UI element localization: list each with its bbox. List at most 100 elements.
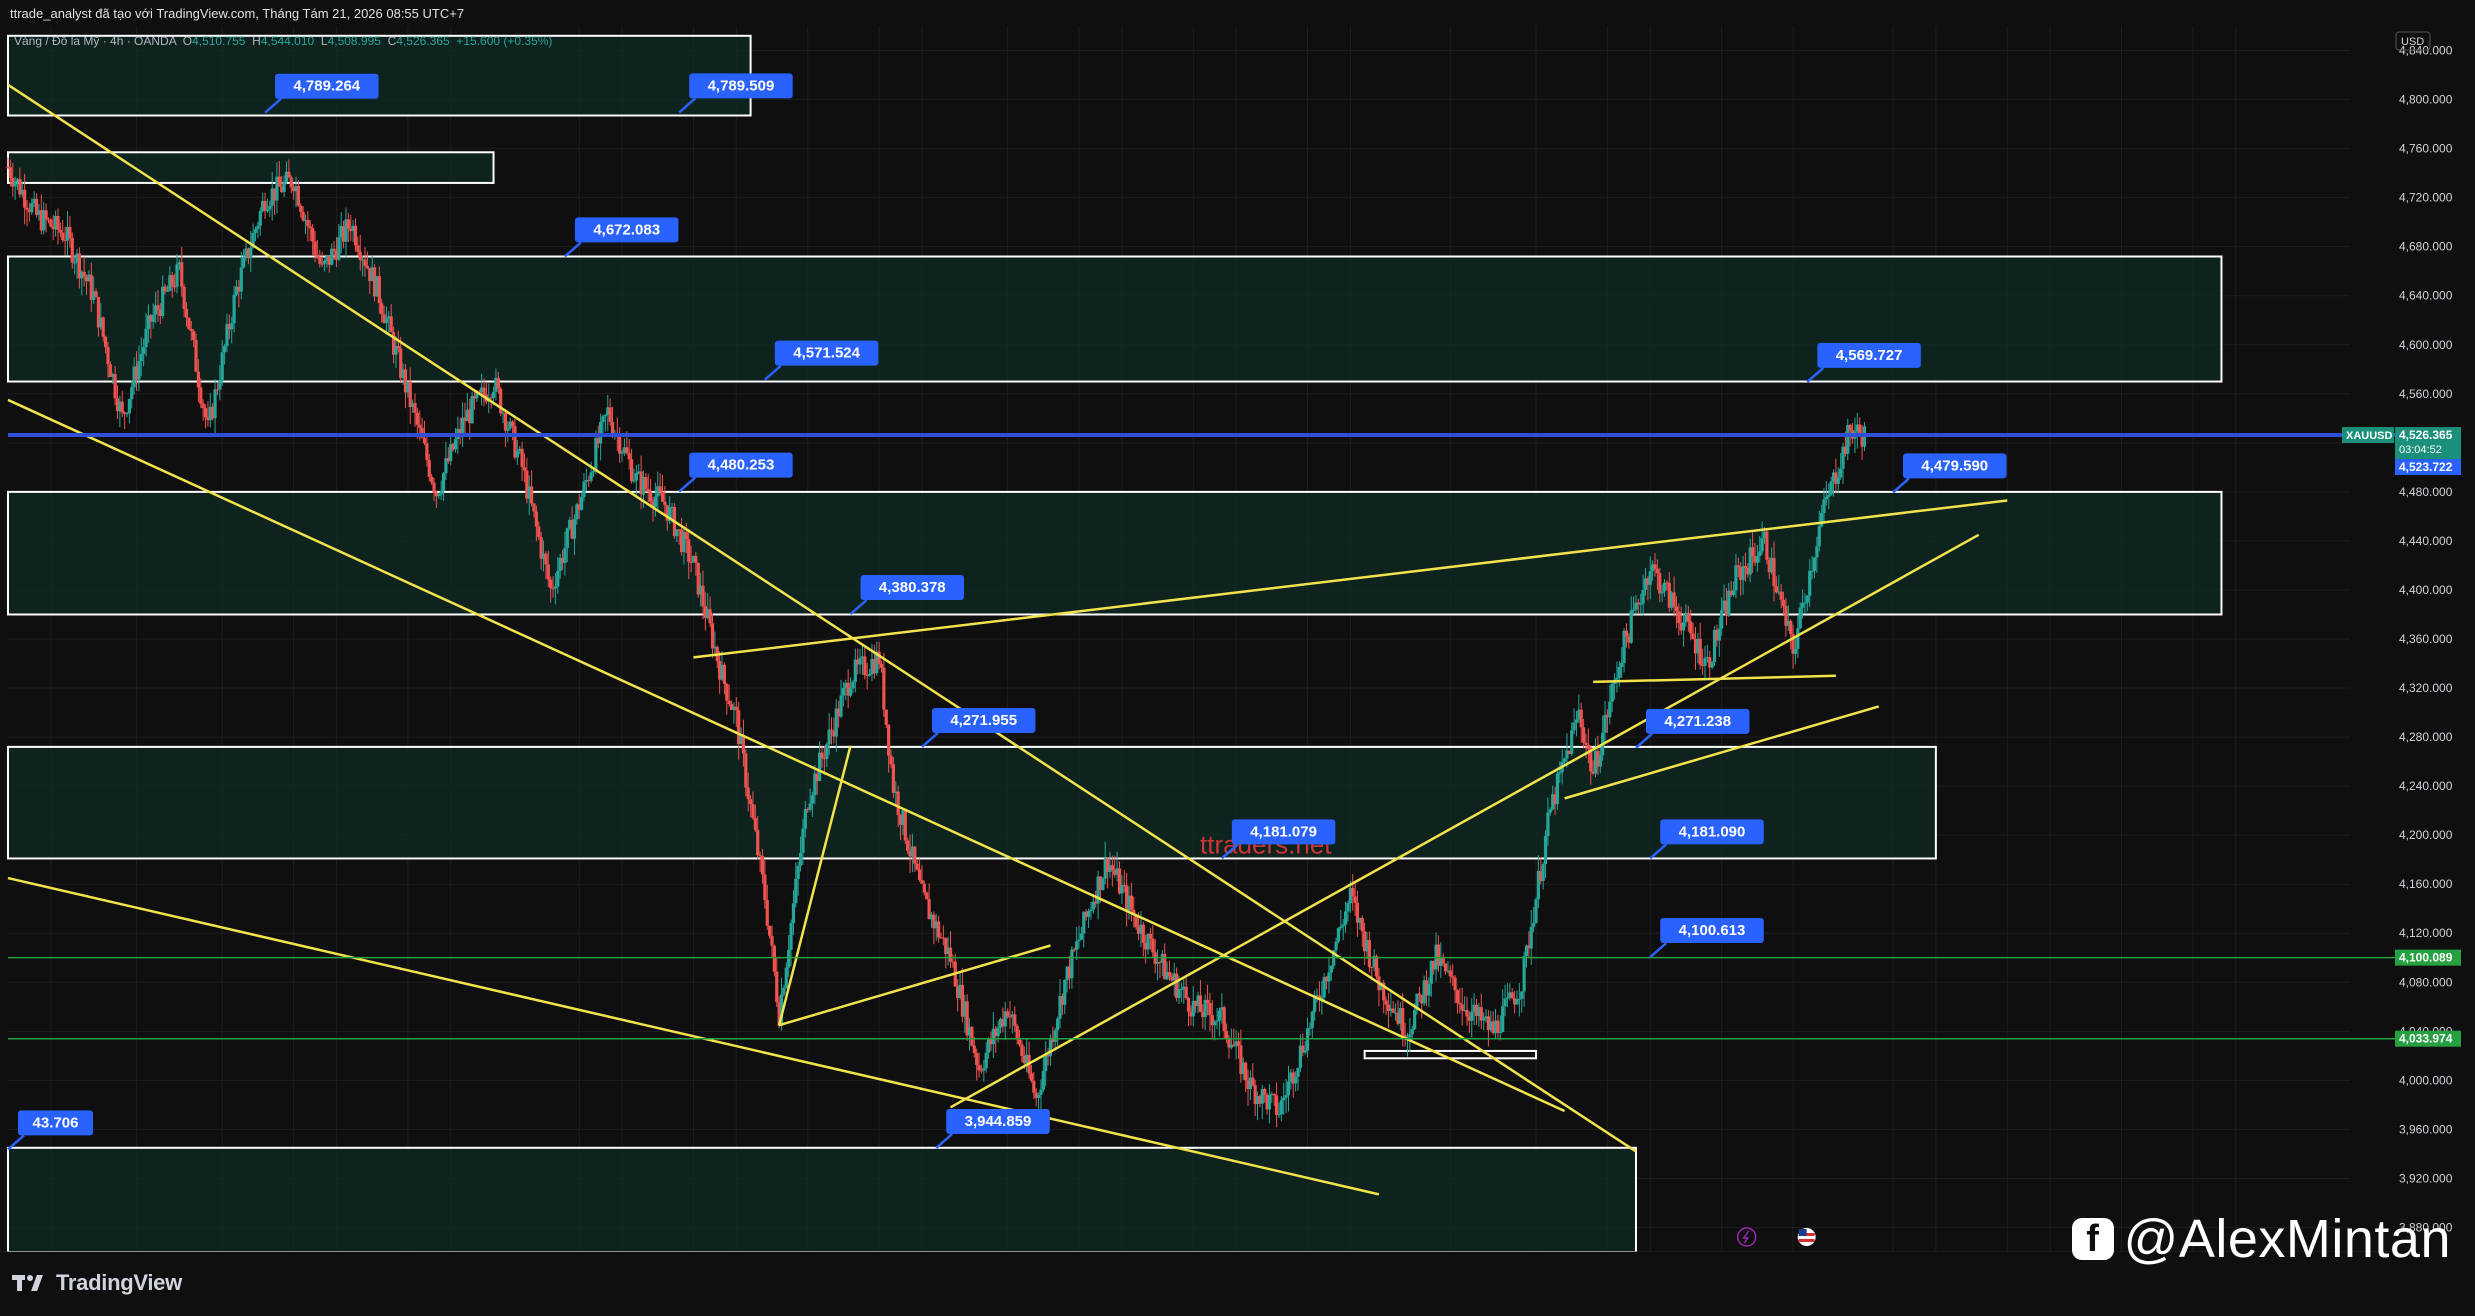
handle-text: @AlexMintan — [2123, 1209, 2451, 1269]
countdown-label: 03:04:52 — [2399, 444, 2442, 456]
candle-body — [196, 371, 201, 388]
candle-body — [1053, 1030, 1057, 1042]
candle-body — [363, 259, 367, 266]
candle-body — [608, 407, 612, 422]
candle-body — [1789, 620, 1793, 634]
candle-body — [1689, 621, 1693, 634]
candle-body — [220, 352, 224, 382]
candle-body — [1829, 481, 1833, 495]
candle-body — [1620, 662, 1624, 667]
candle-body — [25, 207, 29, 210]
candle-body — [1736, 565, 1740, 568]
candle-body — [556, 571, 560, 587]
candle-body — [49, 219, 53, 227]
candle-body — [1529, 926, 1533, 949]
candle-body — [1827, 494, 1831, 498]
candle-body — [896, 791, 900, 815]
current-price-tag: 4,526.365 03:04:52 — [2395, 427, 2461, 460]
candle-body — [620, 452, 624, 454]
candle-body — [784, 967, 788, 988]
candle-body — [1824, 497, 1828, 500]
candle-body — [301, 211, 305, 221]
candle-body — [1658, 573, 1662, 594]
candle-body — [1691, 633, 1695, 640]
candle-body — [137, 361, 141, 380]
candle-body — [1817, 526, 1821, 547]
candle-body — [1655, 568, 1659, 574]
candle-body — [763, 874, 767, 901]
candle-body — [753, 818, 757, 830]
candle-body — [103, 336, 108, 348]
candle-body — [515, 450, 519, 458]
tradingview-logo[interactable]: TradingView — [12, 1270, 182, 1296]
candle-body — [384, 318, 389, 324]
candle-body — [144, 328, 148, 348]
candle-body — [353, 225, 358, 246]
candle-body — [803, 809, 807, 829]
low-value: 4,508.995 — [327, 34, 381, 48]
candle-body — [1353, 896, 1357, 903]
price-axis-tick: 4,440.000 — [2399, 534, 2453, 548]
candle-body — [825, 744, 829, 760]
candle-body — [751, 804, 755, 819]
candle-body — [282, 181, 286, 193]
support-tag-label: 4,033.974 — [2399, 1032, 2453, 1046]
candle-body — [1641, 589, 1645, 604]
candle-body — [917, 869, 922, 881]
candle-body — [1608, 701, 1612, 718]
tradingview-brand: TradingView — [56, 1270, 182, 1295]
high-label: H — [252, 34, 261, 48]
candle-body — [1822, 499, 1826, 513]
candle-body — [68, 226, 72, 238]
candle-body — [1805, 595, 1809, 603]
price-axis-tick: 3,960.000 — [2399, 1122, 2453, 1136]
candle-body — [182, 286, 186, 309]
candle-body — [839, 695, 843, 717]
price-axis-tick: 4,760.000 — [2399, 142, 2453, 156]
candle-body — [199, 387, 203, 404]
candle-body — [603, 415, 608, 417]
candle-body — [789, 923, 793, 950]
candle-body — [1660, 591, 1664, 594]
candle-body — [922, 883, 926, 893]
candle-body — [1101, 878, 1105, 890]
candle-body — [277, 176, 281, 187]
candle-body — [768, 925, 772, 936]
candle-body — [684, 532, 688, 540]
current-price-label: 4,526.365 — [2399, 428, 2453, 442]
price-axis-tick: 4,480.000 — [2399, 485, 2453, 499]
candle-body — [1520, 991, 1524, 999]
candle-body — [782, 987, 786, 995]
price-chart[interactable]: ttraders.net4,789.264 4,789.5094,672.0834… — [0, 26, 2475, 1311]
annotation-label: 4,181.090 — [1679, 823, 1746, 840]
candle-body — [1584, 742, 1588, 745]
candle-body — [139, 354, 143, 362]
candle-body — [1760, 538, 1764, 552]
candle-body — [882, 667, 886, 710]
candle-body — [320, 263, 324, 265]
candle-body — [427, 460, 431, 477]
candle-body — [879, 663, 884, 668]
candle-body — [1251, 1077, 1255, 1086]
candle-body — [772, 945, 776, 972]
candle-body — [1267, 1094, 1272, 1110]
candle-body — [913, 846, 917, 864]
candle-body — [173, 286, 177, 288]
chart-area[interactable]: ttraders.net 4,789.264 4,789.509 4,672.083 4… — [0, 26, 2475, 1311]
candle-body — [553, 586, 558, 589]
candle-body — [1303, 1050, 1307, 1053]
candle-body — [915, 863, 919, 870]
candle-body — [1543, 836, 1548, 865]
candle-body — [70, 237, 74, 263]
candle-body — [1741, 566, 1745, 581]
price-axis-tick: 4,640.000 — [2399, 289, 2453, 303]
price-axis-background — [2395, 26, 2475, 1311]
candle-body — [675, 529, 679, 537]
candle-body — [299, 205, 303, 212]
candle-body — [982, 1068, 986, 1071]
change-value: +15.600 (+0.35%) — [456, 34, 553, 48]
candle-body — [1572, 722, 1576, 731]
candle-body — [258, 211, 262, 226]
candle-body — [937, 921, 941, 938]
candle-body — [582, 481, 586, 497]
